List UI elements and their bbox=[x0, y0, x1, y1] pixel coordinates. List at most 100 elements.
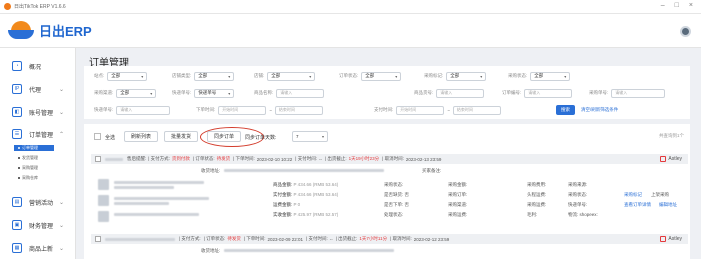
order-number-label: 订单编号: bbox=[502, 90, 522, 95]
sidebar-item-label: 代理 bbox=[29, 87, 42, 94]
order-time-value: 2023-02-10 10:22 bbox=[256, 156, 293, 162]
order-checkbox[interactable] bbox=[95, 236, 101, 242]
sidebar-subitem-warehouse[interactable]: 采购仓库 bbox=[18, 175, 38, 181]
chevron-down-icon: ⌄ bbox=[58, 86, 64, 93]
buyer-note-label: 买家备注: bbox=[422, 168, 442, 173]
purchase-number-label: 采购单号: bbox=[589, 90, 609, 95]
filter-row-1: 站点: 全部 ▾ bbox=[94, 71, 148, 81]
edit-address-link[interactable]: 编辑地址 bbox=[659, 202, 677, 208]
order-checkbox[interactable] bbox=[95, 156, 101, 162]
chevron-down-icon: ▾ bbox=[321, 134, 324, 139]
order-time-label: | 下单时间: bbox=[233, 156, 255, 161]
sidebar-item-label: 账号管理 bbox=[29, 110, 54, 117]
minimize-icon[interactable]: – bbox=[661, 2, 665, 9]
order-status-value: 待发货 bbox=[227, 236, 241, 241]
avatar[interactable] bbox=[680, 26, 691, 37]
shop-select[interactable]: 全部 ▾ bbox=[267, 71, 316, 81]
order-status-select[interactable]: 全部 ▾ bbox=[361, 71, 402, 81]
purchase-status-label: 采购状态: bbox=[508, 73, 528, 78]
sidebar-item-label: 订单管理 bbox=[29, 132, 54, 139]
sidebar-item-products[interactable]: ▦ 商品上新 ⌄ bbox=[0, 238, 76, 258]
shop-type-label: 店铺类型: bbox=[172, 73, 192, 78]
order-list-panel: 全选 刷新列表 批量发货 同步订单 同步订单天数: 7 ▾ 共查询到1个 售后提醒… bbox=[84, 124, 690, 259]
cancel-time-value: 2023-02-12 23:59 bbox=[413, 236, 450, 242]
order-status-label: | 订单状态: bbox=[192, 156, 215, 161]
pay-time-start-input[interactable]: 开始时间 bbox=[396, 105, 445, 115]
purchase-status-2: 采购状态: bbox=[568, 192, 588, 197]
sidebar-item-overview[interactable]: ◔ 概况 bbox=[0, 56, 76, 76]
chevron-down-icon: ▾ bbox=[564, 73, 567, 79]
purchase-channel-select[interactable]: 全部 ▾ bbox=[116, 88, 157, 98]
sidebar-item-label: 营销活动 bbox=[29, 200, 54, 207]
filter-panel: 站点: 全部 ▾ 店铺类型: 全部 ▾ 店铺: 全部 ▾ 订单状态: 全部 ▾ 采购标记… bbox=[84, 66, 690, 119]
order-time-start-input[interactable]: 开始时间 bbox=[218, 105, 267, 115]
pay-time-value: -- bbox=[329, 236, 333, 242]
sync-days-label: 同步订单天数: bbox=[245, 135, 277, 141]
order-time-end-input[interactable]: 结束时间 bbox=[274, 105, 323, 115]
purchase-cost: 采购费用: bbox=[527, 182, 547, 187]
sidebar-subitem-purchase[interactable]: 采购管理 bbox=[18, 165, 38, 171]
sidebar-item-marketing[interactable]: ▤ 营销活动 ⌄ bbox=[0, 192, 76, 212]
order-assignee[interactable]: Astley bbox=[660, 156, 682, 162]
purchase-source: 采购来源: bbox=[568, 182, 588, 187]
sidebar-item-orders[interactable]: ☰ 订单管理 ⌃ bbox=[0, 124, 76, 144]
pay-time-end-input[interactable]: 结束时间 bbox=[452, 105, 501, 115]
shop-label: 店铺: bbox=[254, 73, 265, 78]
product-sku-blurred bbox=[114, 202, 169, 205]
filter-tracking-number: 快递单号: 请输入 bbox=[94, 105, 171, 115]
proxy-icon: IP bbox=[12, 84, 22, 94]
ordered: 是否下单: 否 bbox=[384, 202, 410, 207]
product-image bbox=[98, 179, 109, 190]
chevron-down-icon: ▾ bbox=[480, 73, 483, 79]
chevron-down-icon: ▾ bbox=[150, 90, 153, 96]
tracking-type-select[interactable]: 快递单号 ▾ bbox=[194, 88, 235, 98]
sidebar-item-finance[interactable]: ▣ 财务管理 ⌄ bbox=[0, 215, 76, 235]
aftersale-label: 售后提醒: bbox=[127, 156, 147, 161]
filter-purchase-number: 采购单号: 请输入 bbox=[589, 88, 666, 98]
product-sku-input[interactable]: 请输入 bbox=[436, 88, 485, 98]
sync-days-select[interactable]: 7 ▾ bbox=[292, 131, 328, 142]
cancel-time-label: | 取消时间: bbox=[390, 236, 412, 241]
tracking-number-label: 快递单号: bbox=[94, 107, 114, 112]
tracking-number-input[interactable]: 请输入 bbox=[116, 105, 171, 115]
maximize-icon[interactable]: □ bbox=[675, 2, 679, 9]
purchase-status: 采购状态: bbox=[384, 182, 404, 187]
product-name-input[interactable]: 请输入 bbox=[276, 88, 325, 98]
logo: 日出ERP bbox=[8, 20, 92, 40]
sidebar-item-proxy[interactable]: IP 代理 ⌄ bbox=[0, 79, 76, 99]
purchase-mark-select[interactable]: 全部 ▾ bbox=[446, 71, 487, 81]
sidebar-item-accounts[interactable]: ◧ 账号管理 ⌄ bbox=[0, 102, 76, 122]
site-label: 站点: bbox=[94, 73, 105, 78]
view-order-detail-link[interactable]: 查看订单详情 bbox=[624, 202, 651, 208]
purchase-number-input[interactable]: 请输入 bbox=[611, 88, 666, 98]
reset-filters-link[interactable]: 清空/刷新筛选条件 bbox=[581, 107, 618, 113]
select-all-label: 全选 bbox=[105, 135, 116, 141]
sidebar-subitem-order-manage[interactable]: 订单管理 bbox=[14, 145, 54, 151]
user-icon bbox=[660, 156, 667, 162]
chevron-down-icon: ▾ bbox=[309, 73, 312, 79]
order-status-value: 待发货 bbox=[216, 156, 231, 161]
upload-purchase-link[interactable]: 上架采购 bbox=[651, 192, 669, 198]
filter-purchase-status: 采购状态: 全部 ▾ bbox=[508, 71, 571, 81]
gross-profit: 毛利: bbox=[527, 212, 538, 217]
sidebar: ◔ 概况 IP 代理 ⌄ ◧ 账号管理 ⌄ ☰ 订单管理 ⌃ 订单管理 发货管理… bbox=[0, 48, 76, 259]
search-button[interactable]: 搜索 bbox=[556, 105, 575, 115]
batch-ship-button[interactable]: 批量发货 bbox=[164, 131, 198, 142]
order-number-input[interactable]: 请输入 bbox=[524, 88, 573, 98]
process-status: 处理状态: bbox=[384, 212, 404, 217]
site-select[interactable]: 全部 ▾ bbox=[107, 71, 148, 81]
refresh-list-button[interactable]: 刷新列表 bbox=[124, 131, 158, 142]
sidebar-subitem-shipping[interactable]: 发货管理 bbox=[18, 155, 38, 161]
filter-order-status: 订单状态: 全部 ▾ bbox=[339, 71, 402, 81]
shop-type-select[interactable]: 全部 ▾ bbox=[194, 71, 235, 81]
close-icon[interactable]: × bbox=[689, 2, 693, 9]
order-assignee[interactable]: Astley bbox=[660, 236, 682, 242]
product-sku-label: 商品货号: bbox=[414, 90, 434, 95]
chevron-down-icon: ⌄ bbox=[58, 199, 64, 206]
select-all-checkbox[interactable] bbox=[94, 133, 101, 140]
purchase-status-select[interactable]: 全部 ▾ bbox=[530, 71, 571, 81]
product-sku-blurred bbox=[114, 186, 174, 189]
amount-shipping: 运费金额: P 0 bbox=[273, 202, 301, 207]
product-image bbox=[98, 211, 109, 222]
purchase-mark-link[interactable]: 采购标记 bbox=[624, 192, 642, 198]
